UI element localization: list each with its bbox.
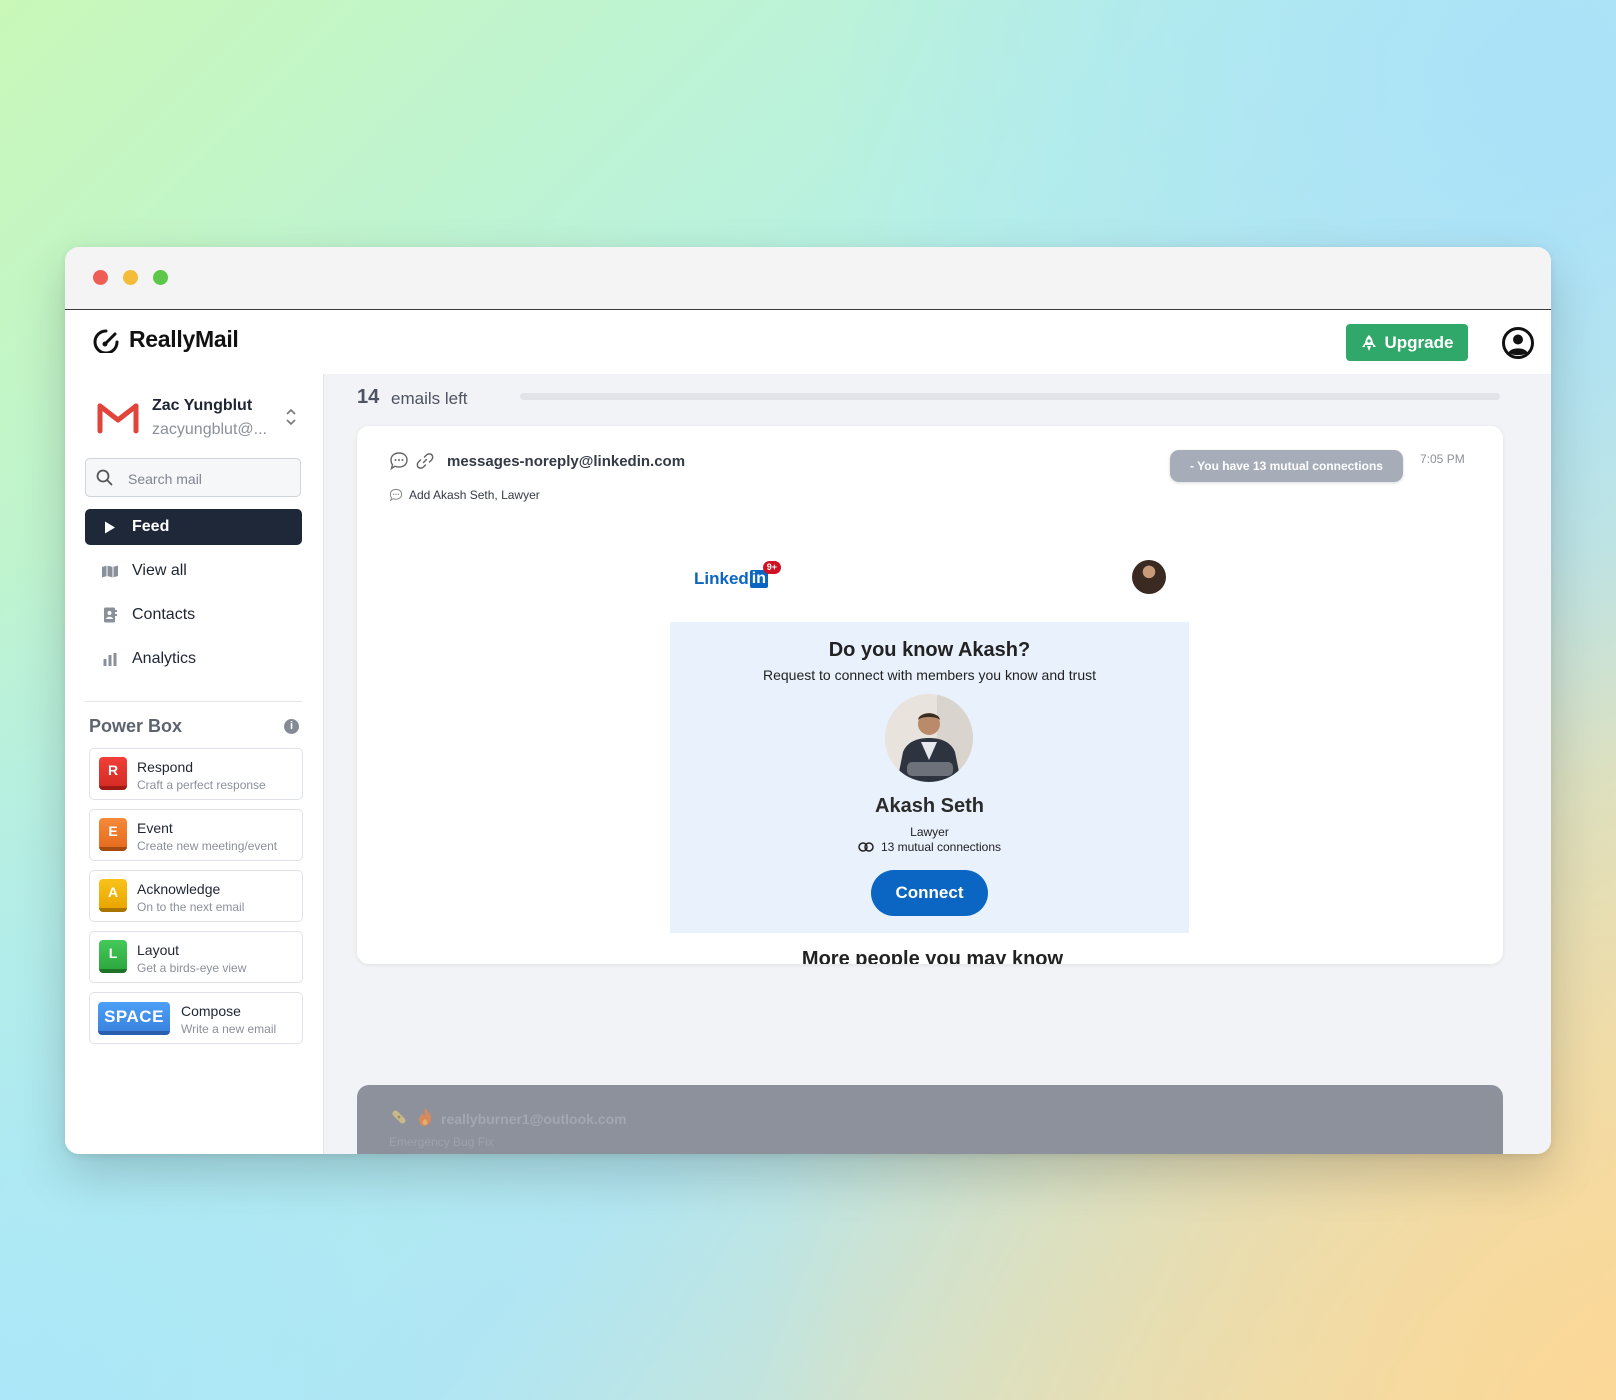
power-box-label: Compose: [181, 1003, 241, 1019]
email-subject-row: Add Akash Seth, Lawyer: [389, 488, 540, 502]
recipient-avatar: [1132, 560, 1166, 594]
email-subject: Add Akash Seth, Lawyer: [409, 488, 540, 502]
linkedin-in-text: in: [751, 570, 767, 587]
chat-bubble-icon: [389, 488, 403, 502]
nav-item-view-all[interactable]: View all: [85, 553, 302, 589]
key-a-icon: A: [99, 879, 127, 912]
power-box-label: Event: [137, 820, 173, 836]
emails-left-label: emails left: [391, 389, 468, 408]
link-icon: [416, 453, 434, 469]
upgrade-button[interactable]: Upgrade: [1346, 324, 1468, 361]
maximize-window-button[interactable]: [153, 270, 168, 285]
rocket-icon: [1361, 334, 1376, 351]
person-role: Lawyer: [910, 825, 949, 839]
nav-label: Contacts: [132, 606, 196, 623]
mutual-connections-label: 13 mutual connections: [880, 840, 1002, 854]
emails-left-count: 14: [357, 386, 380, 408]
info-icon[interactable]: i: [284, 719, 299, 734]
app-logo[interactable]: ReallyMail: [91, 326, 239, 353]
next-email-sender: reallyburner1@outlook.com: [441, 1110, 627, 1127]
nav-item-contacts[interactable]: Contacts: [85, 597, 302, 633]
power-box-description: Craft a perfect response: [137, 778, 266, 792]
more-people-heading: More people you may know: [801, 948, 1064, 964]
email-summary-pill: - You have 13 mutual connections: [1170, 450, 1403, 482]
person-name: Akash Seth: [875, 795, 984, 817]
progress-bar: [520, 393, 1500, 400]
next-email-sender-row: reallyburner1@outlook.com: [389, 1107, 627, 1130]
chat-bubble-icon: [390, 452, 408, 471]
connect-suggestion: Do you know Akash? Request to connect wi…: [670, 622, 1189, 933]
chevron-up-down-icon[interactable]: [285, 406, 297, 428]
key-r-icon: R: [99, 757, 127, 790]
user-account-icon[interactable]: [1502, 327, 1534, 359]
power-box-layout[interactable]: L Layout Get a birds-eye view: [89, 931, 303, 983]
next-email-card[interactable]: reallyburner1@outlook.com Emergency Bug …: [357, 1085, 1503, 1154]
power-box-label: Acknowledge: [137, 881, 221, 897]
key-l-icon: L: [99, 940, 127, 973]
search-icon: [96, 469, 113, 486]
email-sender-row: messages-noreply@linkedin.com: [389, 451, 685, 471]
key-e-icon: E: [99, 818, 127, 851]
power-box-description: Create new meeting/event: [137, 839, 278, 853]
power-box-compose[interactable]: SPACE Compose Write a new email: [89, 992, 303, 1044]
account-switcher[interactable]: Zac Yungblut zacyungblut@...: [97, 394, 307, 444]
app-window: ReallyMail Upgrade Zac Yungblut zacyungb…: [65, 247, 1551, 1154]
app-header: ReallyMail Upgrade: [65, 310, 1551, 375]
mutual-connections-icon: [858, 842, 874, 852]
nav-label: Feed: [132, 518, 170, 535]
power-box-label: Layout: [137, 942, 180, 958]
speedometer-icon: [93, 329, 119, 353]
power-box-description: On to the next email: [137, 900, 245, 914]
mutual-connections: 13 mutual connections: [670, 840, 1189, 854]
account-email: zacyungblut@...: [152, 421, 267, 438]
power-box-description: Write a new email: [181, 1022, 277, 1036]
search-input[interactable]: [126, 459, 295, 498]
connect-button[interactable]: Connect: [871, 870, 988, 916]
linkedin-logo: Linked in 9+: [694, 561, 782, 589]
bar-chart-icon: [100, 652, 120, 666]
connect-subheading: Request to connect with members you know…: [762, 667, 1097, 683]
connect-heading: Do you know Akash?: [828, 639, 1031, 661]
gmail-icon: [97, 403, 139, 434]
notification-badge: 9+: [762, 561, 782, 574]
minimize-window-button[interactable]: [123, 270, 138, 285]
email-sender: messages-noreply@linkedin.com: [447, 452, 686, 470]
next-email-subject: Emergency Bug Fix: [389, 1135, 494, 1149]
nav-item-feed[interactable]: Feed: [85, 509, 302, 545]
power-box-description: Get a birds-eye view: [137, 961, 247, 975]
map-icon: [100, 565, 120, 578]
sidebar: Zac Yungblut zacyungblut@... Feed: [65, 374, 324, 1154]
main-feed: 14 emails left messages-noreply@linkedin…: [324, 374, 1551, 1154]
power-box-respond[interactable]: R Respond Craft a perfect response: [89, 748, 303, 800]
email-time: 7:05 PM: [1420, 452, 1465, 466]
power-box-title: Power Box: [89, 716, 183, 736]
upgrade-label: Upgrade: [1384, 332, 1454, 352]
nav-item-analytics[interactable]: Analytics: [85, 641, 302, 677]
power-box-acknowledge[interactable]: A Acknowledge On to the next email: [89, 870, 303, 922]
fire-icon: [417, 1107, 433, 1130]
power-box-label: Respond: [137, 759, 194, 775]
power-box-event[interactable]: E Event Create new meeting/event: [89, 809, 303, 861]
bandage-icon: [389, 1107, 409, 1130]
window-titlebar: [65, 247, 1551, 310]
account-name: Zac Yungblut: [152, 397, 253, 414]
linkedin-logo-text: Linked: [694, 569, 749, 588]
nav-label: Analytics: [132, 650, 197, 667]
close-window-button[interactable]: [93, 270, 108, 285]
address-book-icon: [100, 607, 120, 623]
profile-photo: [885, 694, 973, 782]
play-icon: [100, 521, 120, 534]
linkedin-in-mark: in 9+: [749, 561, 782, 588]
nav-label: View all: [132, 562, 187, 579]
app-name: ReallyMail: [129, 326, 239, 352]
sidebar-divider: [85, 701, 302, 702]
search-field[interactable]: [85, 458, 301, 498]
email-card[interactable]: messages-noreply@linkedin.com Add Akash …: [357, 426, 1503, 964]
key-space-icon: SPACE: [98, 1002, 170, 1035]
